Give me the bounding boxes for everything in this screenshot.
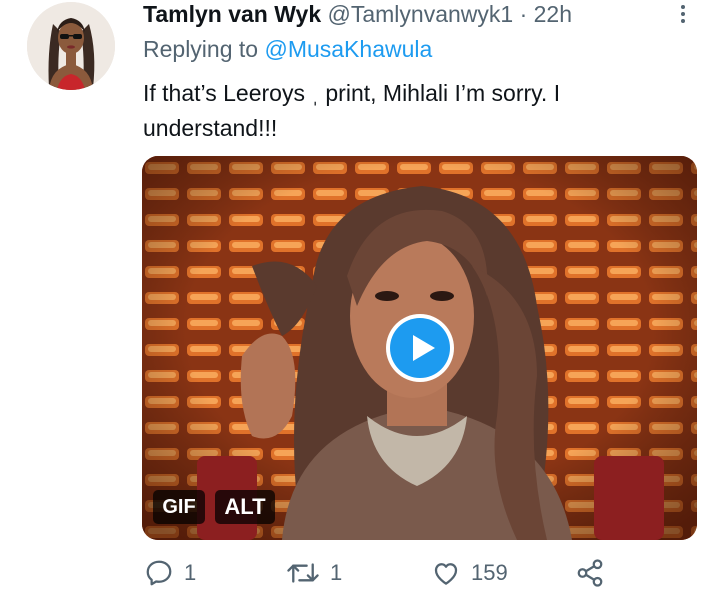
tweet-text: If that’s Leeroys ˌ print, Mihlali I’m s… [143, 76, 683, 146]
reply-button[interactable]: 1 [144, 556, 196, 590]
header-separator: · [519, 1, 528, 27]
tweet-header: Tamlyn van Wyk @Tamlynvanwyk1 · 22h [143, 0, 572, 28]
author-name[interactable]: Tamlyn van Wyk [143, 1, 321, 27]
alt-text-badge[interactable]: ALT [215, 490, 275, 524]
like-count: 159 [471, 560, 508, 585]
tweet-actions: 1 1 159 [0, 556, 720, 590]
like-button[interactable]: 159 [431, 556, 508, 590]
avatar-image [27, 2, 115, 90]
heart-icon [434, 563, 458, 585]
tweet-text-line-1: If that’s Leeroys ˌ print, Mihlali I’m s… [143, 80, 561, 106]
play-icon[interactable] [384, 312, 456, 384]
reply-prefix: Replying to [143, 36, 259, 62]
avatar[interactable] [27, 2, 115, 90]
share-button[interactable] [574, 556, 606, 590]
tweet-timestamp[interactable]: 22h [534, 1, 572, 27]
author-handle[interactable]: @Tamlynvanwyk1 [328, 1, 514, 27]
retweet-count: 1 [330, 560, 343, 585]
retweet-icon [287, 563, 319, 583]
more-options-icon[interactable] [680, 4, 686, 24]
retweet-button[interactable]: 1 [286, 556, 342, 590]
reply-context: Replying to @MusaKhawula [143, 35, 432, 63]
share-icon [577, 559, 603, 587]
reply-count: 1 [184, 560, 197, 585]
reply-icon [146, 560, 172, 586]
gif-badge: GIF [153, 490, 205, 524]
tweet-text-line-2: understand!!! [143, 115, 278, 141]
reply-mention-link[interactable]: @MusaKhawula [264, 36, 432, 62]
